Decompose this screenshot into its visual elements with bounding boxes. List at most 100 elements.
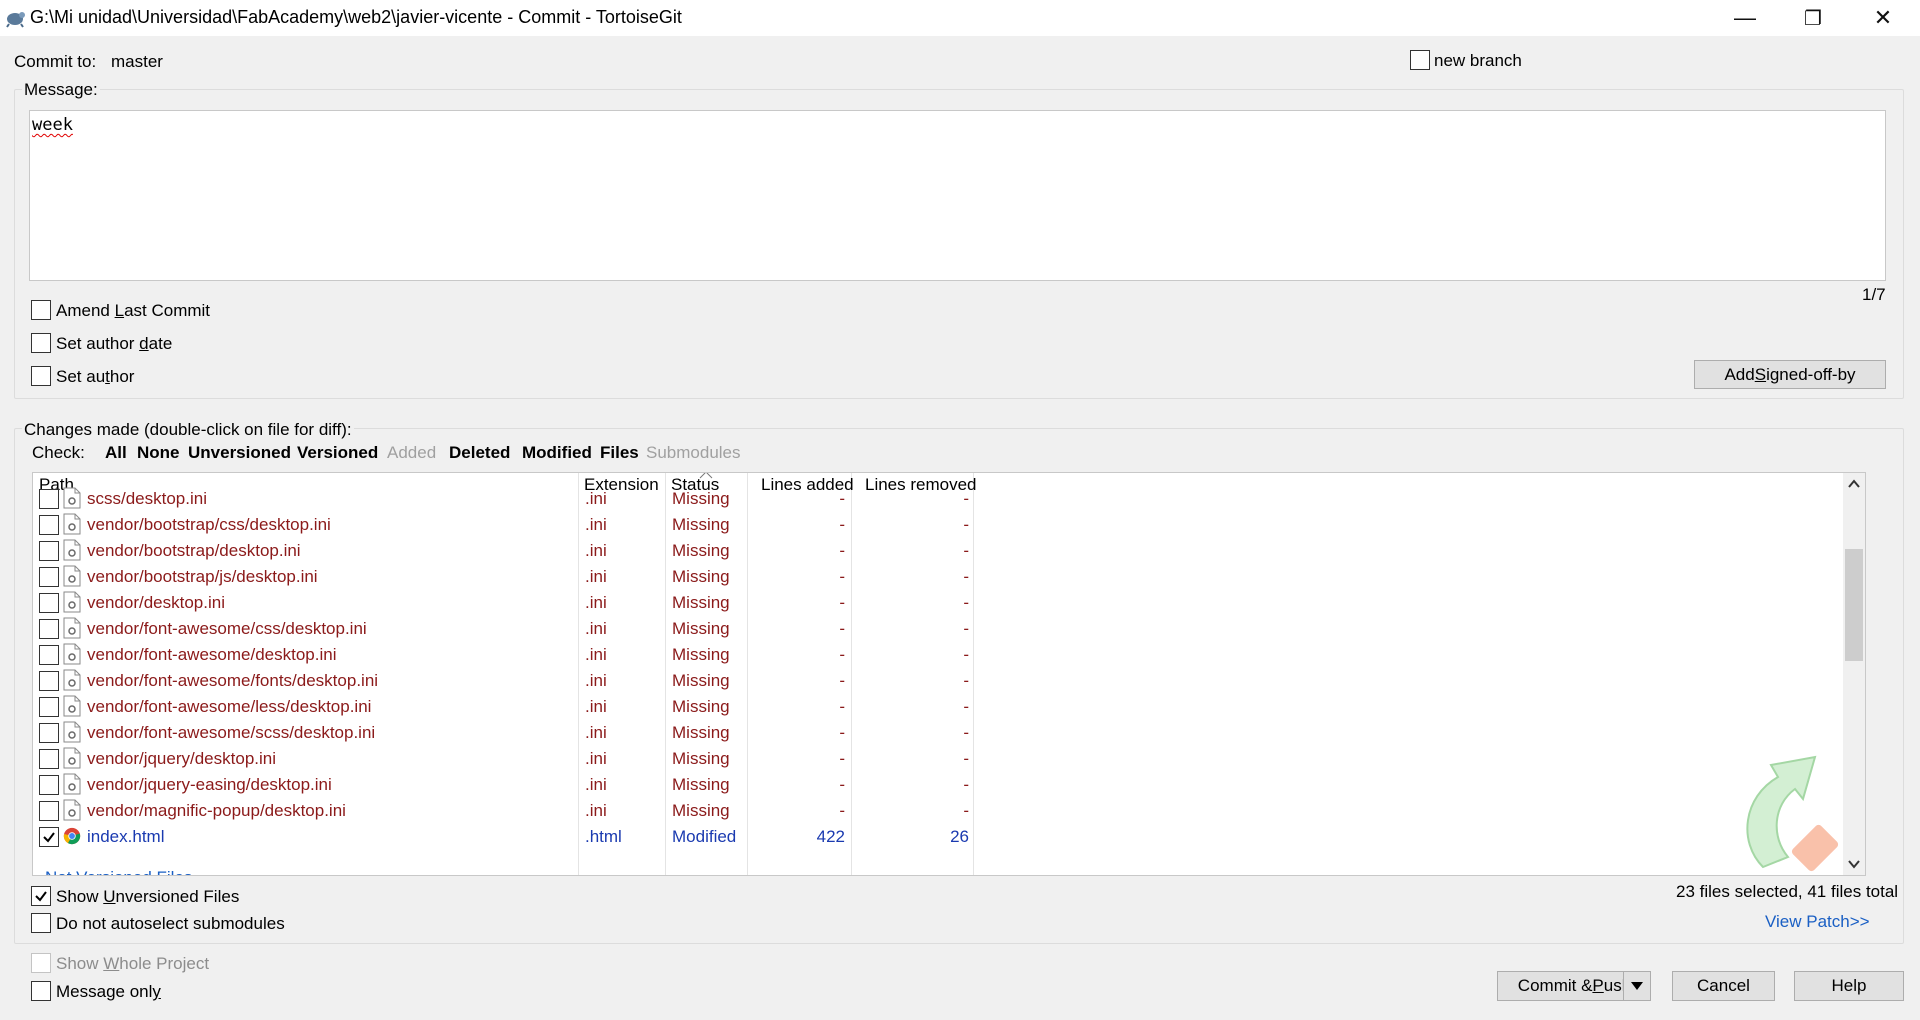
- show-unversioned-checkbox[interactable]: [31, 886, 51, 909]
- table-row[interactable]: vendor/font-awesome/css/desktop.ini .ini M…: [33, 616, 973, 642]
- table-row[interactable]: scss/desktop.ini .ini Missing - -: [33, 486, 973, 512]
- filter-none[interactable]: None: [137, 443, 180, 463]
- table-row[interactable]: vendor/jquery-easing/desktop.ini .ini Miss…: [33, 772, 973, 798]
- filter-modified[interactable]: Modified: [522, 443, 592, 463]
- row-checkbox[interactable]: [39, 801, 59, 821]
- row-lines-added: 422: [816, 827, 845, 846]
- row-checkbox[interactable]: [39, 593, 59, 613]
- filter-added: Added: [387, 443, 437, 462]
- no-autoselect-submodules-label[interactable]: Do not autoselect submodules: [56, 914, 285, 934]
- add-signed-off-by-button[interactable]: Add Signed-off-by: [1694, 360, 1886, 389]
- row-lines-removed: -: [963, 645, 969, 664]
- row-checkbox[interactable]: [39, 619, 59, 639]
- row-lines-removed: -: [963, 515, 969, 534]
- row-path: vendor/bootstrap/css/desktop.ini: [87, 515, 331, 534]
- table-row[interactable]: index.html .html Modified 422 26: [33, 824, 973, 850]
- row-lines-removed: 26: [950, 827, 969, 846]
- dropdown-arrow-icon: [1631, 982, 1643, 990]
- row-path: vendor/font-awesome/css/desktop.ini: [87, 619, 367, 638]
- show-unversioned-label[interactable]: Show Unversioned Files: [56, 887, 239, 907]
- row-checkbox[interactable]: [39, 827, 59, 847]
- message-only-checkbox[interactable]: [31, 981, 51, 1006]
- row-lines-added: -: [839, 541, 845, 560]
- maximize-button[interactable]: ❐: [1778, 0, 1848, 36]
- row-status: Missing: [672, 723, 730, 742]
- cancel-button[interactable]: Cancel: [1672, 971, 1775, 1001]
- table-row[interactable]: vendor/bootstrap/css/desktop.ini .ini Miss…: [33, 512, 973, 538]
- filter-versioned[interactable]: Versioned: [297, 443, 378, 463]
- row-lines-added: -: [839, 619, 845, 638]
- minimize-icon: —: [1734, 5, 1756, 30]
- row-status: Missing: [672, 671, 730, 690]
- maximize-icon: ❐: [1804, 7, 1822, 30]
- row-path: vendor/desktop.ini: [87, 593, 225, 612]
- set-author-date-label[interactable]: Set author date: [56, 334, 172, 354]
- changed-files-list[interactable]: Path Extension Status Lines added Lines …: [32, 472, 1866, 876]
- amend-last-commit-checkbox[interactable]: [31, 300, 51, 325]
- ini-file-icon: [63, 513, 81, 535]
- new-branch-checkbox[interactable]: [1410, 50, 1430, 75]
- filter-submodules: Submodules: [646, 443, 741, 462]
- table-row[interactable]: vendor/magnific-popup/desktop.ini .ini Mis…: [33, 798, 973, 824]
- row-checkbox[interactable]: [39, 775, 59, 795]
- minimize-button[interactable]: —: [1710, 0, 1780, 36]
- changes-label: Changes made (double-click on file for d…: [22, 420, 354, 440]
- amend-last-commit-label[interactable]: Amend Last Commit: [56, 301, 210, 321]
- table-row[interactable]: vendor/font-awesome/desktop.ini .ini Missi…: [33, 642, 973, 668]
- row-checkbox[interactable]: [39, 567, 59, 587]
- table-row[interactable]: vendor/font-awesome/scss/desktop.ini .ini…: [33, 720, 973, 746]
- commit-options-dropdown[interactable]: [1623, 971, 1651, 1001]
- row-lines-added: -: [839, 775, 845, 794]
- row-path: vendor/bootstrap/desktop.ini: [87, 541, 301, 560]
- row-checkbox[interactable]: [39, 671, 59, 691]
- row-extension: .ini: [585, 567, 607, 586]
- row-checkbox[interactable]: [39, 645, 59, 665]
- filter-files[interactable]: Files: [600, 443, 639, 463]
- set-author-checkbox[interactable]: [31, 366, 51, 391]
- row-path: vendor/bootstrap/js/desktop.ini: [87, 567, 318, 586]
- table-row[interactable]: vendor/font-awesome/less/desktop.ini .ini…: [33, 694, 973, 720]
- ini-file-icon: [63, 669, 81, 691]
- table-row[interactable]: vendor/bootstrap/js/desktop.ini .ini Missi…: [33, 564, 973, 590]
- filter-all[interactable]: All: [105, 443, 127, 463]
- close-button[interactable]: ✕: [1848, 0, 1918, 36]
- row-checkbox[interactable]: [39, 749, 59, 769]
- row-extension: .ini: [585, 801, 607, 820]
- window-title: G:\Mi unidad\Universidad\FabAcademy\web2…: [30, 7, 682, 27]
- filter-unversioned[interactable]: Unversioned: [188, 443, 291, 463]
- row-extension: .ini: [585, 515, 607, 534]
- set-author-date-checkbox[interactable]: [31, 333, 51, 358]
- row-status: Missing: [672, 541, 730, 560]
- row-checkbox[interactable]: [39, 515, 59, 535]
- table-row[interactable]: vendor/font-awesome/fonts/desktop.ini .in…: [33, 668, 973, 694]
- no-autoselect-submodules-checkbox[interactable]: [31, 913, 51, 938]
- message-only-label[interactable]: Message only: [56, 982, 161, 1002]
- view-patch-link[interactable]: View Patch>>: [1765, 912, 1870, 932]
- list-scrollbar[interactable]: [1843, 473, 1865, 875]
- table-row[interactable]: vendor/jquery/desktop.ini .ini Missing - -: [33, 746, 973, 772]
- message-input[interactable]: week: [29, 110, 1886, 281]
- scrollbar-thumb[interactable]: [1845, 549, 1863, 661]
- row-checkbox[interactable]: [39, 541, 59, 561]
- row-lines-removed: -: [963, 801, 969, 820]
- title-bar: G:\Mi unidad\Universidad\FabAcademy\web2…: [0, 0, 1920, 36]
- help-button[interactable]: Help: [1794, 971, 1904, 1001]
- row-extension: .ini: [585, 645, 607, 664]
- table-row[interactable]: vendor/desktop.ini .ini Missing - -: [33, 590, 973, 616]
- row-path: vendor/jquery/desktop.ini: [87, 749, 277, 768]
- table-row[interactable]: vendor/bootstrap/desktop.ini .ini Missing -…: [33, 538, 973, 564]
- row-path: vendor/font-awesome/less/desktop.ini: [87, 697, 372, 716]
- ini-file-icon: [63, 487, 81, 509]
- row-checkbox[interactable]: [39, 489, 59, 509]
- row-checkbox[interactable]: [39, 697, 59, 717]
- new-branch-label[interactable]: new branch: [1434, 51, 1522, 71]
- not-versioned-group-header[interactable]: Not Versioned Files: [45, 868, 192, 875]
- scroll-up-icon[interactable]: [1848, 479, 1860, 489]
- row-path: vendor/magnific-popup/desktop.ini: [87, 801, 346, 820]
- scroll-down-icon[interactable]: [1848, 859, 1860, 869]
- row-extension: .ini: [585, 593, 607, 612]
- filter-deleted[interactable]: Deleted: [449, 443, 510, 463]
- row-checkbox[interactable]: [39, 723, 59, 743]
- set-author-label[interactable]: Set author: [56, 367, 134, 387]
- row-lines-removed: -: [963, 749, 969, 768]
